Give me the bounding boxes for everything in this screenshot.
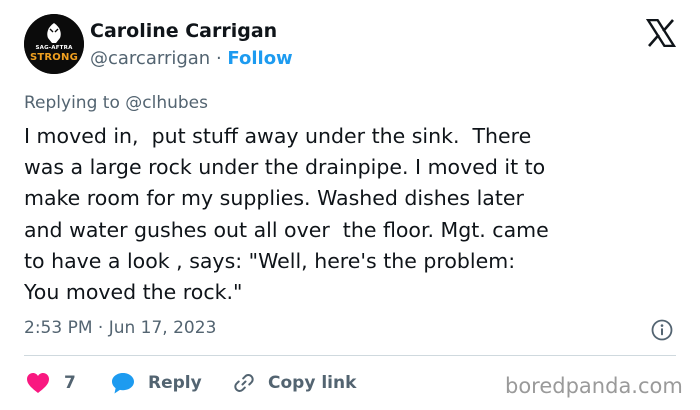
tweet-timestamp[interactable]: 2:53 PM · Jun 17, 2023 (24, 318, 216, 338)
copy-link-label: Copy link (268, 373, 357, 393)
tweet-line: You moved the rock." (24, 280, 243, 305)
tweet-line: to have a look , says: "Well, here's the… (24, 248, 516, 273)
actions-divider (24, 355, 676, 356)
reply-prefix: Replying to (24, 93, 120, 113)
avatar-text-bottom: STRONG (29, 52, 78, 63)
speech-bubble-icon (110, 371, 136, 395)
like-count: 7 (64, 373, 76, 393)
tweet-line: was a large rock under the drainpipe. I … (24, 155, 546, 180)
reply-context: Replying to @clhubes (24, 93, 208, 113)
copy-link-button[interactable]: Copy link (232, 370, 356, 396)
avatar-graphic (24, 14, 84, 74)
tweet-line: I moved in, put stuff away under the sin… (24, 124, 532, 148)
author-display-name[interactable]: Caroline Carrigan (90, 20, 277, 42)
like-button[interactable]: 7 (26, 370, 76, 396)
reply-label: Reply (148, 373, 202, 393)
heart-icon (26, 372, 50, 394)
reply-button[interactable]: Reply (110, 370, 202, 396)
tweet-line: make room for my supplies. Washed dishes… (24, 186, 524, 211)
link-icon (232, 371, 256, 395)
info-icon[interactable] (651, 319, 673, 341)
author-handle-row: @carcarrigan · Follow (90, 48, 293, 69)
separator-dot: · (215, 48, 222, 69)
tweet-line: and water gushes out all over the floor.… (24, 217, 549, 242)
tweet-text: I moved in, put stuff away under the sin… (24, 121, 674, 308)
x-logo-icon[interactable] (645, 18, 677, 48)
tweet-card: SAG-AFTRA STRONG Caroline Carrigan @carc… (0, 0, 700, 410)
avatar-text-top: SAG-AFTRA (35, 45, 73, 51)
reply-mention[interactable]: @clhubes (125, 93, 208, 113)
author-handle[interactable]: @carcarrigan (90, 48, 210, 69)
follow-button[interactable]: Follow (227, 48, 292, 69)
watermark: boredpanda.com (505, 374, 683, 398)
avatar[interactable]: SAG-AFTRA STRONG (24, 14, 84, 74)
